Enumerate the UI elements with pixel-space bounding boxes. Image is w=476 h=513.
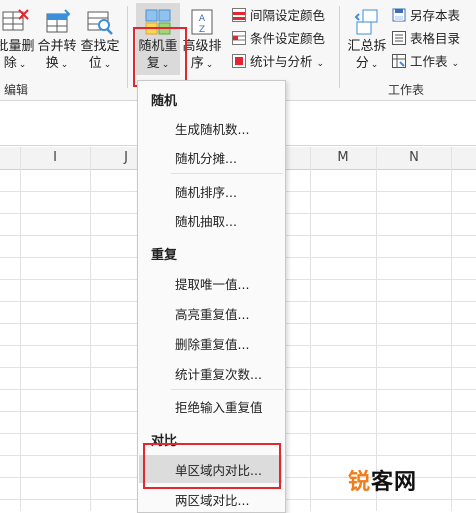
find-locate-label-1: 查找定 — [80, 39, 120, 54]
batch-delete-label-2: 除 — [3, 56, 17, 71]
svg-text:Z: Z — [199, 25, 205, 35]
advanced-sort-label-2: 序 — [190, 56, 204, 71]
group-label-worksheet: 工作表 — [388, 83, 425, 97]
menu-item-random-sort[interactable]: 随机排序... — [175, 182, 237, 201]
watermark-part-1: 锐 — [348, 470, 372, 495]
advanced-sort-label-1: 高级排 — [182, 39, 222, 54]
chevron-down-icon: ⌄ — [103, 60, 112, 70]
menu-item-random-allocate[interactable]: 随机分摊... — [175, 148, 237, 167]
watermark-part-2: 客网 — [371, 470, 418, 495]
grid-line — [310, 147, 311, 511]
interval-color-button[interactable]: 间隔设定颜色 — [232, 6, 325, 26]
highlight-box-single-range-compare — [143, 443, 281, 489]
summary-split-label-1: 汇总拆 — [347, 39, 387, 54]
chevron-down-icon: ⌄ — [205, 60, 214, 70]
highlight-box-random-repeat — [133, 27, 187, 87]
save-sheet-icon — [392, 8, 406, 22]
menu-item-extract-unique[interactable]: 提取唯一值... — [175, 274, 249, 293]
save-sheet-button[interactable]: 另存本表 — [392, 6, 460, 26]
sheet-toc-button[interactable]: 表格目录 — [392, 29, 460, 49]
grid-line — [90, 147, 91, 511]
chevron-down-icon: ⌄ — [370, 60, 379, 70]
condition-color-button[interactable]: 条件设定颜色 — [232, 29, 325, 49]
condition-color-icon — [232, 31, 246, 45]
sheet-toc-icon — [392, 31, 406, 45]
worksheet-icon — [392, 54, 406, 68]
chevron-down-icon: ⌄ — [451, 59, 460, 69]
menu-item-highlight-duplicates[interactable]: 高亮重复值... — [175, 304, 249, 323]
column-header-i[interactable]: I — [20, 147, 90, 169]
stats-analysis-label: 统计与分析 — [250, 54, 313, 69]
grid-line — [451, 147, 452, 511]
find-locate-icon — [86, 8, 114, 36]
column-header-m[interactable]: M — [310, 147, 376, 169]
batch-delete-label-1: 批量删 — [0, 39, 35, 54]
interval-color-label: 间隔设定颜色 — [250, 8, 326, 23]
chevron-down-icon: ⌄ — [316, 59, 325, 69]
stats-analysis-button[interactable]: 统计与分析 ⌄ — [232, 52, 324, 72]
menu-item-two-range-compare[interactable]: 两区域对比... — [175, 490, 249, 509]
menu-section-repeat: 重复 — [151, 248, 178, 263]
column-header-n[interactable]: N — [377, 147, 451, 169]
advanced-sort-button[interactable]: A Z 高级排 序 ⌄ — [181, 8, 223, 74]
menu-item-generate-random-number[interactable]: 生成随机数... — [175, 119, 249, 138]
find-locate-button[interactable]: 查找定 位 ⌄ — [79, 8, 121, 74]
chevron-down-icon: ⌄ — [18, 60, 27, 70]
merge-convert-button[interactable]: 合并转 换 ⌄ — [36, 8, 78, 74]
ribbon-separator — [339, 6, 340, 88]
advanced-sort-icon: A Z — [188, 8, 216, 36]
menu-item-random-extract[interactable]: 随机抽取... — [175, 211, 237, 230]
menu-item-delete-duplicates[interactable]: 删除重复值... — [175, 334, 249, 353]
menu-item-reject-duplicate-input[interactable]: 拒绝输入重复值 — [175, 397, 263, 416]
grid-line — [376, 147, 377, 511]
merge-convert-label-2: 换 — [45, 56, 59, 71]
summary-split-label-2: 分 — [355, 56, 369, 71]
stats-analysis-icon — [232, 54, 246, 68]
worksheet-button[interactable]: 工作表 ⌄ — [392, 52, 459, 72]
ribbon-separator — [127, 6, 128, 88]
group-label-edit: 编辑 — [4, 83, 29, 97]
condition-color-label: 条件设定颜色 — [250, 31, 326, 46]
grid-line — [20, 147, 21, 511]
watermark-logo: 锐客网 — [348, 464, 417, 496]
find-locate-label-2: 位 — [88, 56, 102, 71]
batch-delete-button[interactable]: 批量删 除 ⌄ — [0, 8, 36, 74]
merge-convert-label-1: 合并转 — [37, 39, 77, 54]
menu-divider — [171, 173, 283, 174]
menu-divider — [171, 389, 283, 390]
summary-split-button[interactable]: 汇总拆 分 ⌄ — [345, 8, 389, 74]
menu-section-random: 随机 — [151, 94, 178, 109]
merge-convert-icon — [43, 8, 71, 36]
worksheet-label: 工作表 — [410, 54, 448, 69]
chevron-down-icon: ⌄ — [60, 60, 69, 70]
batch-delete-icon — [1, 8, 29, 36]
menu-item-count-duplicates[interactable]: 统计重复次数... — [175, 364, 262, 383]
interval-color-icon — [232, 8, 246, 22]
svg-text:A: A — [199, 14, 206, 24]
summary-split-icon — [353, 8, 381, 36]
sheet-toc-label: 表格目录 — [410, 31, 461, 46]
save-sheet-label: 另存本表 — [410, 8, 461, 23]
